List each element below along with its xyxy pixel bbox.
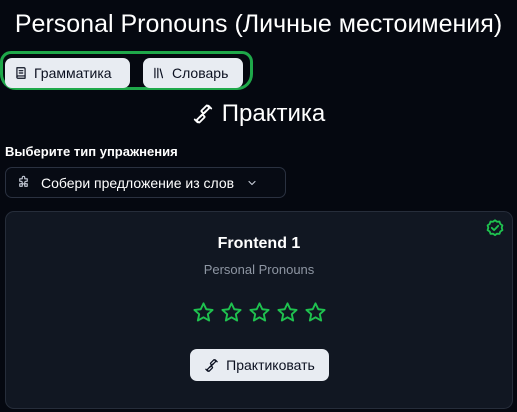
dumbbell-icon [193,104,212,124]
grammar-button-label: Грамматика [34,65,112,81]
card-subtitle: Personal Pronouns [203,262,315,277]
puzzle-icon [19,175,28,187]
exercise-type-label: Выберите тип упражнения [5,144,178,159]
grammar-button[interactable]: Грамматика [5,58,130,88]
dumbbell-icon [205,358,218,372]
vocabulary-button[interactable]: Словарь [143,58,243,88]
star-icon[interactable] [192,301,215,324]
card-title: Frontend 1 [217,235,301,252]
page-title: Personal Pronouns (Личные местоимения) [14,10,503,38]
exercise-type-value: Собери предложение из слов [41,174,235,191]
practice-button-label: Практиковать [226,357,315,373]
star-rating [6,301,512,324]
book-icon [16,67,26,79]
practice-heading: Практика [0,100,517,128]
exercise-card: Frontend 1 Personal Pronouns Практиковат… [5,211,513,409]
star-icon[interactable] [248,301,271,324]
exercise-type-select[interactable]: Собери предложение из слов [5,167,286,198]
star-icon[interactable] [220,301,243,324]
star-icon[interactable] [276,301,299,324]
chevron-down-icon [248,180,256,185]
vocabulary-button-label: Словарь [172,65,229,81]
practice-heading-text: Практика [221,100,326,127]
library-icon [154,67,164,79]
practice-button[interactable]: Практиковать [190,349,329,381]
star-icon[interactable] [304,301,327,324]
